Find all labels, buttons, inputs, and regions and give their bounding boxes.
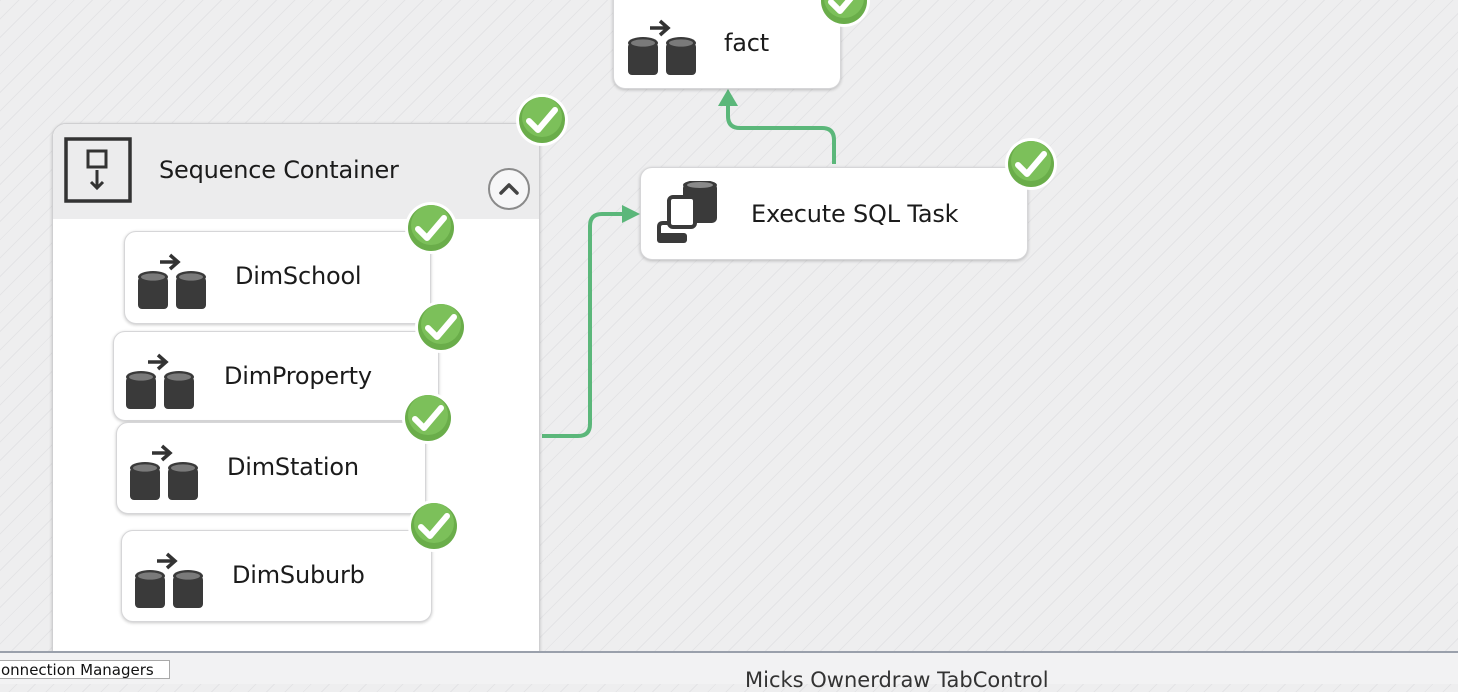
data-flow-task-icon [138,253,208,311]
task-dimschool[interactable]: DimSchool [124,231,431,324]
connector-arrowhead-sql [622,205,640,223]
execute-sql-task-icon [657,181,717,243]
data-flow-task-icon [130,444,200,502]
task-label: fact [724,29,769,57]
connector-sql-to-fact[interactable] [726,104,836,164]
owner-draw-tab-caption: Micks Ownerdraw TabControl [745,668,1049,692]
task-label: DimSuburb [232,561,365,589]
task-label: Execute SQL Task [751,200,959,228]
task-fact[interactable]: fact [613,0,841,89]
chevron-up-icon[interactable] [486,166,532,212]
success-check-icon [515,93,569,147]
success-check-icon [404,201,458,255]
sequence-container-icon [64,137,132,203]
tab-connection-managers[interactable]: onnection Managers [0,660,170,679]
sequence-container-header[interactable]: Sequence Container [53,124,539,219]
design-canvas[interactable]: fact Execute SQL Task Sequence Container [0,0,1458,652]
task-dimsuburb[interactable]: DimSuburb [121,530,432,622]
success-check-icon [407,499,461,553]
data-flow-task-icon [135,552,205,610]
task-label: DimProperty [224,362,372,390]
sequence-container[interactable]: Sequence Container DimSchool DimProperty… [52,123,540,652]
data-flow-task-icon [126,353,196,411]
task-label: DimSchool [235,262,362,290]
task-execute-sql[interactable]: Execute SQL Task [640,167,1028,260]
task-dimstation[interactable]: DimStation [116,422,426,514]
sequence-container-title: Sequence Container [159,156,399,184]
connector-arrowhead-fact [718,89,738,106]
task-dimproperty[interactable]: DimProperty [113,331,439,421]
task-label: DimStation [227,453,359,481]
connection-managers-bar: onnection Managers Micks Ownerdraw TabCo… [0,651,1458,692]
success-check-icon [817,0,871,28]
success-check-icon [414,300,468,354]
connector-container-to-sql[interactable] [542,212,624,438]
success-check-icon [401,391,455,445]
success-check-icon [1004,137,1058,191]
data-flow-task-icon [628,19,698,77]
